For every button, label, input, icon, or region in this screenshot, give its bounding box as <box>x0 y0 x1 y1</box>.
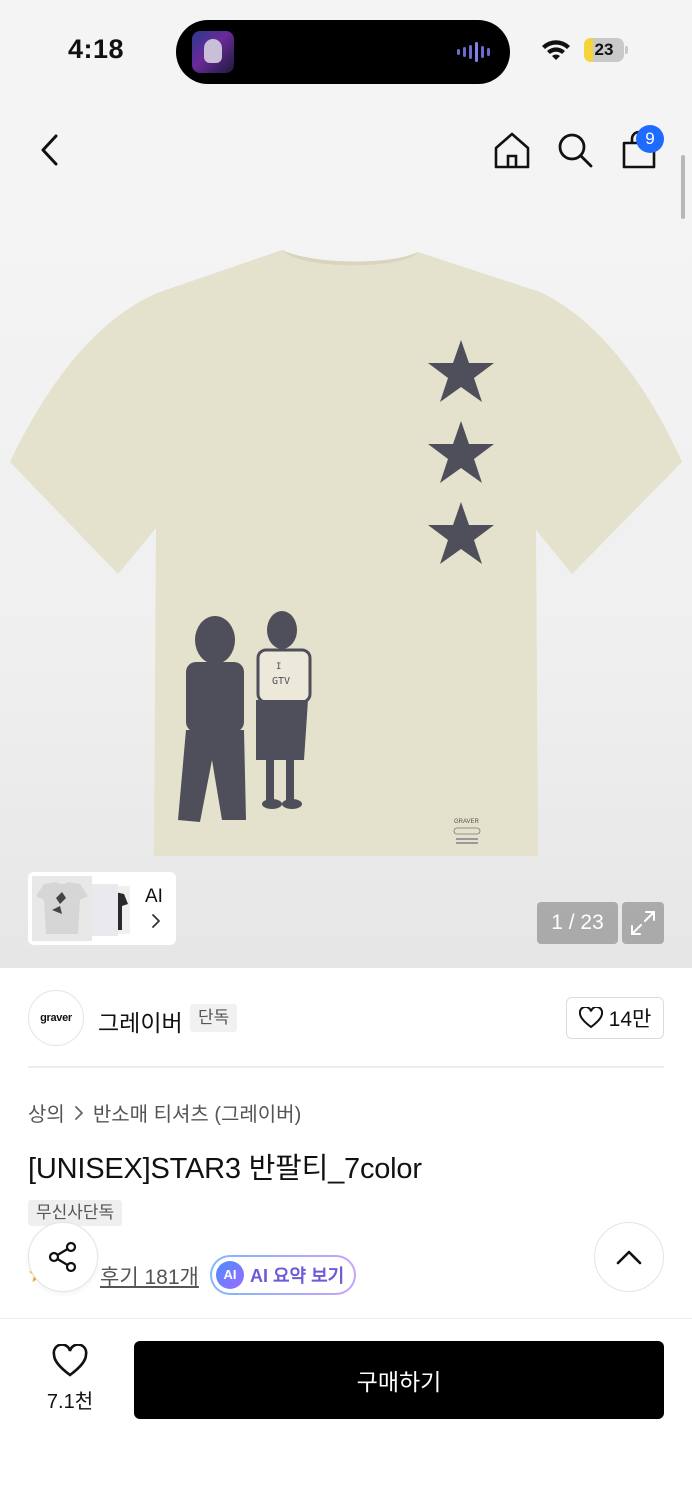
brand-logo-text: graver <box>40 1012 72 1024</box>
brand-like-count: 14만 <box>608 1008 652 1031</box>
breadcrumb: 상의 반소매 티셔츠 (그레이버) <box>28 1098 301 1127</box>
similar-items-thumbnail <box>32 876 132 941</box>
audio-waveform-icon <box>457 41 490 63</box>
buy-button[interactable]: 구매하기 <box>134 1341 664 1419</box>
top-navigation <box>0 100 692 200</box>
cart-count-badge: 9 <box>636 125 664 153</box>
brand-logo[interactable]: graver <box>28 990 84 1046</box>
share-button[interactable] <box>28 1222 98 1292</box>
dynamic-island[interactable] <box>176 20 510 84</box>
shirt-label-text: GRAVER <box>454 819 480 825</box>
status-time: 4:18 <box>68 34 125 64</box>
product-image: I GTV GRAVER <box>10 250 682 856</box>
scroll-to-top-button[interactable] <box>594 1222 664 1292</box>
ai-similar-items-button[interactable]: AI <box>28 872 176 945</box>
product-image-gallery[interactable]: I GTV GRAVER <box>0 200 692 968</box>
ai-summary-label: AI 요약 보기 <box>250 1266 345 1286</box>
back-button[interactable] <box>28 128 72 172</box>
review-count-link[interactable]: 후기 181개 <box>100 1261 199 1291</box>
exclusive-tag: 무신사단독 <box>28 1200 123 1226</box>
now-playing-artwork <box>192 31 234 73</box>
battery-percent: 23 <box>594 40 614 59</box>
chevron-right-icon <box>74 1105 83 1120</box>
share-icon <box>48 1241 77 1273</box>
image-page-counter: 1 / 23 <box>537 902 618 944</box>
search-icon <box>558 133 593 168</box>
brand-like-button[interactable]: 14만 <box>566 997 664 1039</box>
wishlist-count: 7.1천 <box>46 1391 94 1413</box>
shirt-print-text-2: GTV <box>272 676 290 687</box>
expand-icon <box>631 911 655 935</box>
breadcrumb-category[interactable]: 상의 <box>28 1098 65 1127</box>
brand-name[interactable]: 그레이버 <box>98 1004 183 1038</box>
chevron-left-icon <box>41 134 58 166</box>
search-button[interactable] <box>553 128 597 172</box>
heart-icon <box>578 1007 603 1029</box>
chevron-up-icon <box>616 1250 642 1265</box>
product-title: [UNISEX]STAR3 반팔티_7color <box>28 1153 422 1185</box>
exclusive-brand-badge: 단독 <box>190 1004 238 1032</box>
divider <box>28 1066 664 1068</box>
scroll-indicator[interactable] <box>681 155 685 219</box>
home-icon <box>494 132 530 169</box>
chevron-right-icon <box>152 914 160 928</box>
battery-indicator: 23 <box>584 38 628 62</box>
wifi-icon <box>542 40 570 60</box>
ai-summary-button[interactable]: AI AI 요약 보기 <box>210 1255 356 1295</box>
shirt-print-text-1: I <box>276 662 281 672</box>
expand-image-button[interactable] <box>622 902 664 944</box>
ai-label: AI <box>145 886 163 907</box>
status-bar: 4:18 23 <box>0 0 692 100</box>
ai-badge-icon: AI <box>216 1261 244 1289</box>
breadcrumb-subcategory[interactable]: 반소매 티셔츠 (그레이버) <box>93 1098 301 1127</box>
home-button[interactable] <box>490 128 534 172</box>
heart-icon[interactable] <box>52 1344 88 1378</box>
